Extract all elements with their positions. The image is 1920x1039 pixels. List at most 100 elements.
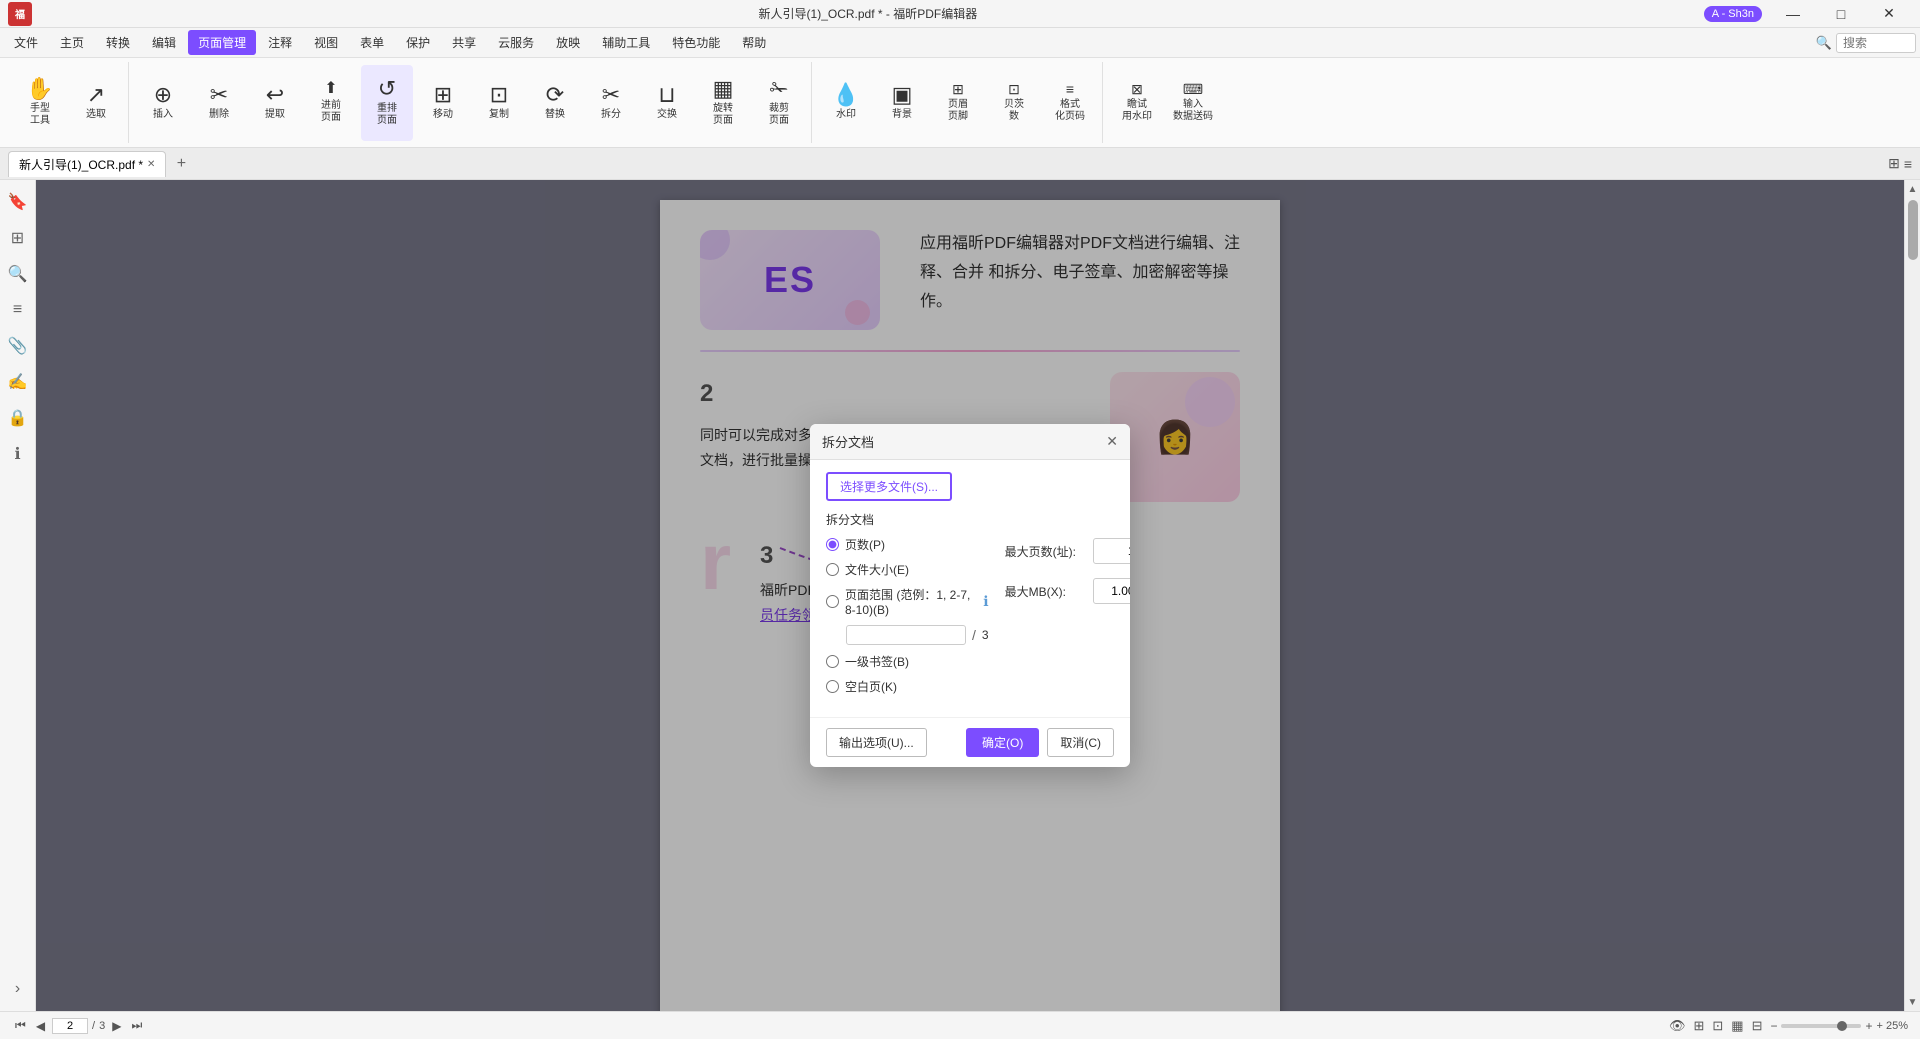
scroll-down-button[interactable]: ▼ — [1906, 995, 1920, 1009]
cancel-button[interactable]: 取消(C) — [1047, 728, 1114, 757]
scroll-thumb[interactable] — [1908, 200, 1918, 260]
max-mb-input[interactable] — [1094, 581, 1130, 601]
nav-next-button[interactable]: ▶ — [109, 1018, 124, 1034]
menu-comment[interactable]: 注释 — [258, 30, 302, 55]
scroll-up-button[interactable]: ▲ — [1906, 182, 1920, 196]
radio-filesize[interactable]: 文件大小(E) — [826, 561, 989, 578]
radio-bookmark[interactable]: 一级书签(B) — [826, 653, 989, 670]
max-pages-input[interactable] — [1094, 541, 1130, 561]
panel-lock-icon[interactable]: 🔒 — [4, 404, 32, 432]
menu-share[interactable]: 共享 — [442, 30, 486, 55]
zoom-slider[interactable] — [1781, 1024, 1861, 1028]
menu-convert[interactable]: 转换 — [96, 30, 140, 55]
ribbon-replace[interactable]: ⟳ 替换 — [529, 65, 581, 141]
view-double-button[interactable]: ⊟ — [1752, 1018, 1763, 1034]
menu-page-manage[interactable]: 页面管理 — [188, 30, 256, 55]
fit-width-button[interactable]: ⊡ — [1712, 1018, 1723, 1034]
view-grid-button[interactable]: ⊞ — [1888, 155, 1900, 172]
output-options-button[interactable]: 输出选项(U)... — [826, 728, 927, 757]
radio-bookmark-input[interactable] — [826, 655, 839, 668]
panel-layers-icon[interactable]: ≡ — [4, 296, 32, 324]
zoom-in-button[interactable]: + — [1865, 1019, 1872, 1033]
fit-page-button[interactable]: ⊞ — [1693, 1018, 1704, 1034]
radio-blankpage[interactable]: 空白页(K) — [826, 678, 989, 695]
panel-bookmark-icon[interactable]: 🔖 — [4, 188, 32, 216]
panel-info-icon[interactable]: ℹ — [4, 440, 32, 468]
radio-blankpage-input[interactable] — [826, 680, 839, 693]
ribbon-background[interactable]: ▣ 背景 — [876, 65, 928, 141]
menu-special[interactable]: 特色功能 — [662, 30, 730, 55]
tab-add-button[interactable]: + — [168, 151, 194, 177]
nav-first-button[interactable]: ⏮ — [12, 1017, 29, 1034]
canvas-area[interactable]: ES 应用福昕PDF编辑器对PDF文档进行编辑、注释、合并 和拆分、电子签章、加… — [36, 180, 1904, 1011]
radio-pages-input[interactable] — [826, 538, 839, 551]
ribbon-hand-tool[interactable]: ✋ 手型工具 — [14, 65, 66, 141]
menu-form[interactable]: 表单 — [350, 30, 394, 55]
dialog-title: 拆分文档 — [822, 432, 874, 451]
ribbon-delete[interactable]: ✂ 删除 — [193, 65, 245, 141]
menu-edit[interactable]: 编辑 — [142, 30, 186, 55]
panel-attachments-icon[interactable]: 📎 — [4, 332, 32, 360]
ribbon-split[interactable]: ✂ 拆分 — [585, 65, 637, 141]
ribbon-watermark[interactable]: 💧 水印 — [820, 65, 872, 141]
fit-eye-button[interactable]: 👁 — [1669, 1018, 1686, 1034]
max-mb-row: 最大MB(X): ▲ ▼ — [1005, 578, 1130, 604]
ribbon-reorder[interactable]: ↺ 重排页面 — [361, 65, 413, 141]
menu-view[interactable]: 视图 — [304, 30, 348, 55]
ok-button[interactable]: 确定(O) — [966, 728, 1039, 757]
menu-assist[interactable]: 辅助工具 — [592, 30, 660, 55]
view-single-button[interactable]: ▦ — [1731, 1018, 1743, 1034]
nav-prev-button[interactable]: ◀ — [33, 1018, 48, 1034]
ribbon-advance[interactable]: ⬆ 进前页面 — [305, 65, 357, 141]
menu-home[interactable]: 主页 — [50, 30, 94, 55]
ribbon-input-data[interactable]: ⌨ 输入数据送码 — [1167, 65, 1219, 141]
zoom-thumb[interactable] — [1837, 1021, 1847, 1031]
radio-filesize-input[interactable] — [826, 563, 839, 576]
ribbon-move[interactable]: ⊞ 移动 — [417, 65, 469, 141]
replace-icon: ⟳ — [546, 84, 564, 106]
info-icon[interactable]: ℹ — [983, 593, 988, 610]
menu-cloud[interactable]: 云服务 — [488, 30, 544, 55]
menu-protect[interactable]: 保护 — [396, 30, 440, 55]
trial-watermark-icon: ⊠ — [1131, 82, 1143, 96]
ribbon-bates[interactable]: ⊡ 贝茨数 — [988, 65, 1040, 141]
tab-current-file[interactable]: 新人引导(1)_OCR.pdf * ✕ — [8, 151, 166, 177]
maximize-button[interactable]: □ — [1818, 0, 1864, 28]
ribbon-pagenum[interactable]: ≡ 格式化页码 — [1044, 65, 1096, 141]
ribbon-copy[interactable]: ⊡ 复制 — [473, 65, 525, 141]
tab-close-button[interactable]: ✕ — [147, 159, 155, 170]
ribbon-group-watermark: 💧 水印 ▣ 背景 ⊞ 页眉页脚 ⊡ 贝茨数 ≡ 格式化页码 — [814, 62, 1103, 143]
menu-present[interactable]: 放映 — [546, 30, 590, 55]
radio-pagerange-input[interactable] — [826, 595, 839, 608]
search-input[interactable] — [1836, 33, 1916, 53]
panel-signature-icon[interactable]: ✍ — [4, 368, 32, 396]
page-total: 3 — [99, 1020, 105, 1032]
view-list-button[interactable]: ≡ — [1904, 156, 1912, 172]
ribbon-select-tool[interactable]: ↗ 选取 — [70, 65, 122, 141]
ribbon-rotate[interactable]: ▦ 旋转页面 — [697, 65, 749, 141]
close-button[interactable]: ✕ — [1866, 0, 1912, 28]
ribbon-trial-watermark[interactable]: ⊠ 瞻试用水印 — [1111, 65, 1163, 141]
panel-search-icon[interactable]: 🔍 — [4, 260, 32, 288]
ribbon-extract[interactable]: ↩ 提取 — [249, 65, 301, 141]
input-data-icon: ⌨ — [1183, 82, 1203, 96]
ribbon-crop[interactable]: ✁ 裁剪页面 — [753, 65, 805, 141]
panel-expand-button[interactable]: › — [4, 975, 32, 1003]
nav-last-button[interactable]: ⏭ — [128, 1017, 145, 1034]
zoom-out-button[interactable]: − — [1770, 1019, 1777, 1033]
panel-page-thumb-icon[interactable]: ⊞ — [4, 224, 32, 252]
ribbon-insert[interactable]: ⊕ 插入 — [137, 65, 189, 141]
minimize-button[interactable]: — — [1770, 0, 1816, 28]
crop-icon: ✁ — [770, 78, 788, 100]
radio-pages[interactable]: 页数(P) — [826, 536, 989, 553]
menu-file[interactable]: 文件 — [4, 30, 48, 55]
ribbon-header-footer[interactable]: ⊞ 页眉页脚 — [932, 65, 984, 141]
page-range-input[interactable] — [846, 625, 966, 645]
page-number-input[interactable] — [52, 1018, 88, 1034]
ribbon-swap[interactable]: ⊔ 交换 — [641, 65, 693, 141]
select-files-button[interactable]: 选择更多文件(S)... — [826, 472, 952, 501]
radio-pagerange[interactable]: 页面范围 (范例：1, 2-7, 8-10)(B) ℹ — [826, 586, 989, 617]
dialog-close-button[interactable]: ✕ — [1106, 433, 1118, 450]
confirm-cancel-group: 确定(O) 取消(C) — [966, 728, 1114, 757]
menu-help[interactable]: 帮助 — [732, 30, 776, 55]
